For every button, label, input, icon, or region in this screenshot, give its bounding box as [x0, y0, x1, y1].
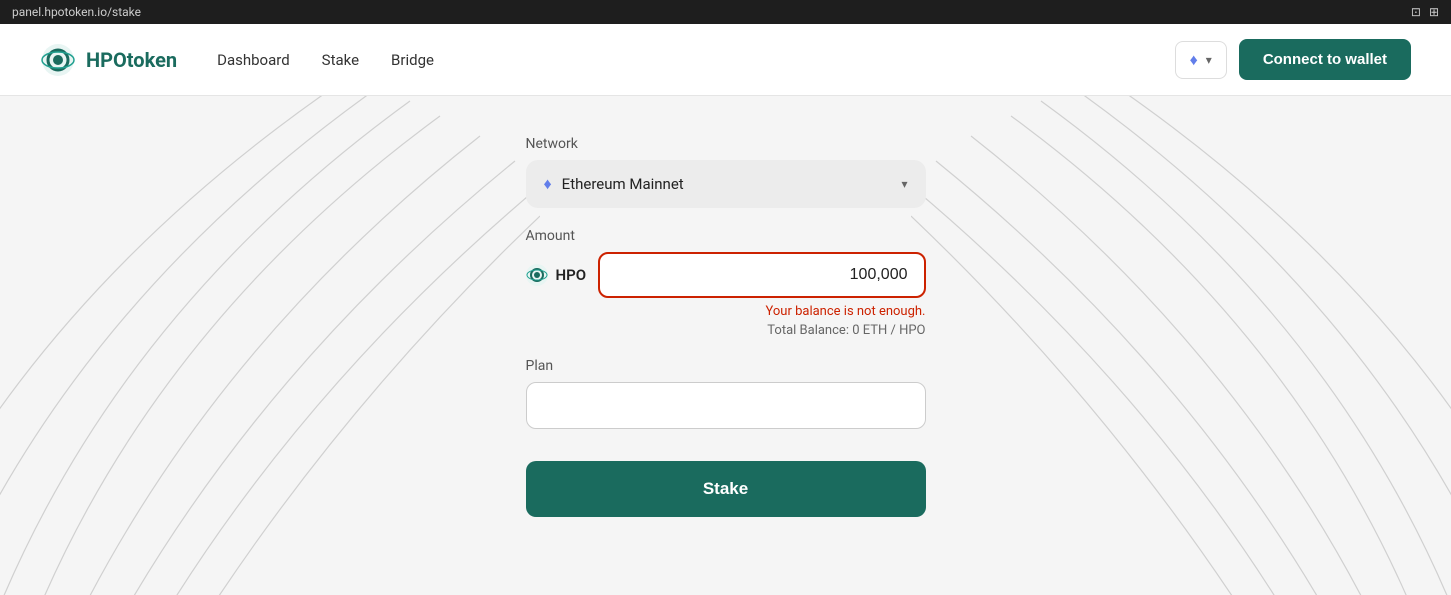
navbar: HPOtoken Dashboard Stake Bridge ♦ ▾ Conn… [0, 24, 1451, 96]
main-content: Network ♦ Ethereum Mainnet ▾ Amount [0, 96, 1451, 595]
balance-text: Total Balance: 0 ETH / HPO [526, 323, 926, 338]
eth-diamond-icon: ♦ [1190, 50, 1198, 70]
network-dropdown[interactable]: ♦ Ethereum Mainnet ▾ [526, 160, 926, 208]
amount-field-group: Amount HPO Your balance is not enough. T… [526, 228, 926, 338]
amount-input[interactable] [598, 252, 925, 298]
nav-link-dashboard[interactable]: Dashboard [217, 51, 290, 69]
plan-field-group: Plan [526, 358, 926, 429]
logo: HPOtoken [40, 42, 177, 78]
nav-links: Dashboard Stake Bridge [217, 51, 434, 69]
form-panel: Network ♦ Ethereum Mainnet ▾ Amount [526, 136, 926, 517]
amount-token-badge: HPO [526, 264, 599, 286]
stake-button[interactable]: Stake [526, 461, 926, 517]
error-message: Your balance is not enough. [526, 304, 926, 319]
plan-label: Plan [526, 358, 926, 374]
bg-arcs-right [911, 96, 1451, 595]
connect-wallet-button[interactable]: Connect to wallet [1239, 39, 1411, 80]
browser-url: panel.hpotoken.io/stake [12, 5, 141, 19]
browser-bar: panel.hpotoken.io/stake ⊡ ⊞ [0, 0, 1451, 24]
nav-left: HPOtoken Dashboard Stake Bridge [40, 42, 434, 78]
network-label: Network [526, 136, 926, 152]
logo-text: HPOtoken [86, 48, 177, 72]
amount-row: HPO [526, 252, 926, 298]
network-field-group: Network ♦ Ethereum Mainnet ▾ [526, 136, 926, 208]
bg-arcs-left [0, 96, 540, 595]
nav-link-stake[interactable]: Stake [322, 51, 359, 69]
nav-link-bridge[interactable]: Bridge [391, 51, 434, 69]
amount-token-label: HPO [556, 266, 587, 284]
eth-diamond-network-icon: ♦ [544, 174, 552, 194]
network-value: Ethereum Mainnet [562, 175, 684, 193]
browser-icon-2: ⊞ [1429, 5, 1439, 19]
logo-icon [40, 42, 76, 78]
hpo-mini-icon [526, 264, 548, 286]
browser-icon-1: ⊡ [1411, 5, 1421, 19]
network-chevron-icon: ▾ [901, 177, 907, 191]
amount-label: Amount [526, 228, 926, 244]
network-selector-nav[interactable]: ♦ ▾ [1175, 41, 1227, 79]
chevron-down-icon: ▾ [1206, 53, 1212, 67]
network-dropdown-left: ♦ Ethereum Mainnet [544, 174, 684, 194]
browser-icons: ⊡ ⊞ [1411, 5, 1439, 19]
plan-input[interactable] [526, 382, 926, 429]
nav-right: ♦ ▾ Connect to wallet [1175, 39, 1411, 80]
